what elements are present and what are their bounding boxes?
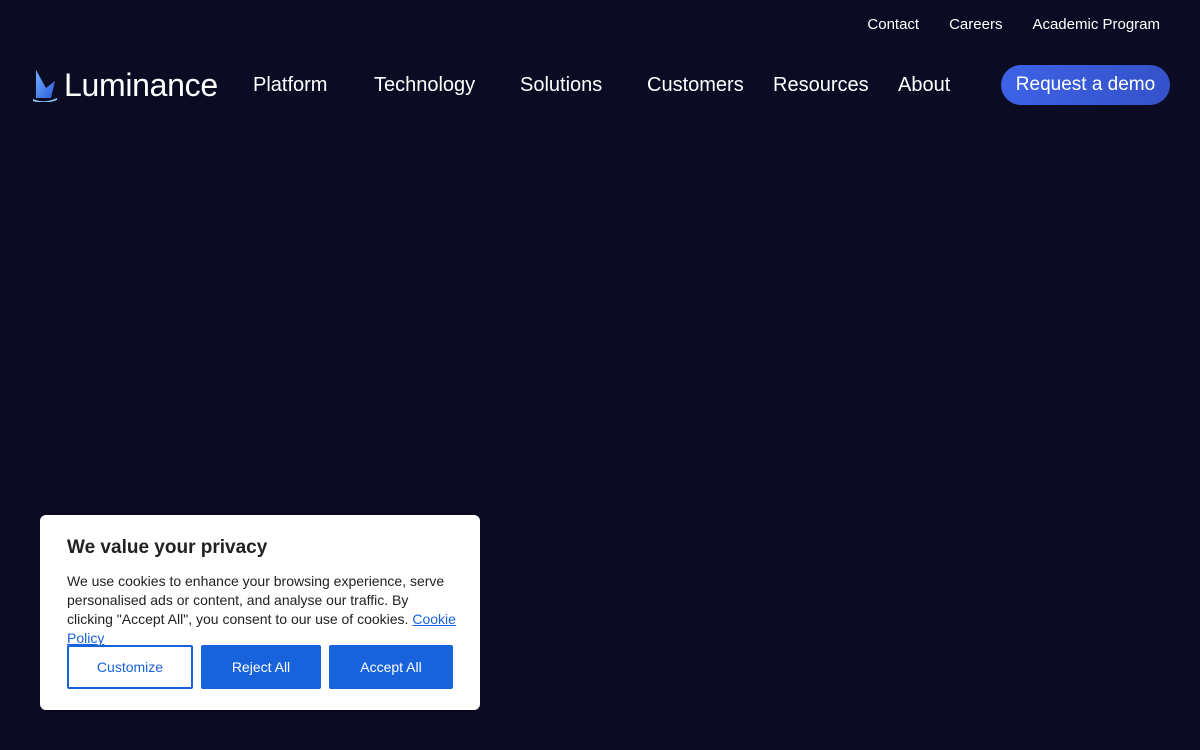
- nav-item-technology[interactable]: Technology: [374, 70, 475, 100]
- careers-link[interactable]: Careers: [949, 15, 1002, 35]
- page: Contact Careers Academic Program Luminan…: [0, 0, 1200, 750]
- nav-item-resources[interactable]: Resources: [773, 70, 869, 100]
- customize-button[interactable]: Customize: [67, 645, 193, 689]
- luminance-sail-icon: [32, 68, 58, 102]
- utility-nav: Contact Careers Academic Program: [867, 15, 1160, 35]
- nav-item-customers[interactable]: Customers: [647, 70, 744, 100]
- brand-logo[interactable]: Luminance: [32, 66, 218, 104]
- request-demo-button[interactable]: Request a demo: [1001, 65, 1170, 105]
- cookie-banner-text: We use cookies to enhance your browsing …: [67, 572, 457, 648]
- nav-item-solutions[interactable]: Solutions: [520, 70, 602, 100]
- accept-all-button[interactable]: Accept All: [329, 645, 453, 689]
- nav-item-platform[interactable]: Platform: [253, 70, 327, 100]
- nav-item-about[interactable]: About: [898, 70, 950, 100]
- academic-program-link[interactable]: Academic Program: [1032, 15, 1160, 35]
- cookie-consent-banner: We value your privacy We use cookies to …: [40, 515, 480, 710]
- contact-link[interactable]: Contact: [867, 15, 919, 35]
- cookie-banner-title: We value your privacy: [67, 537, 268, 558]
- cookie-banner-description: We use cookies to enhance your browsing …: [67, 573, 445, 627]
- brand-name: Luminance: [64, 67, 218, 103]
- reject-all-button[interactable]: Reject All: [201, 645, 321, 689]
